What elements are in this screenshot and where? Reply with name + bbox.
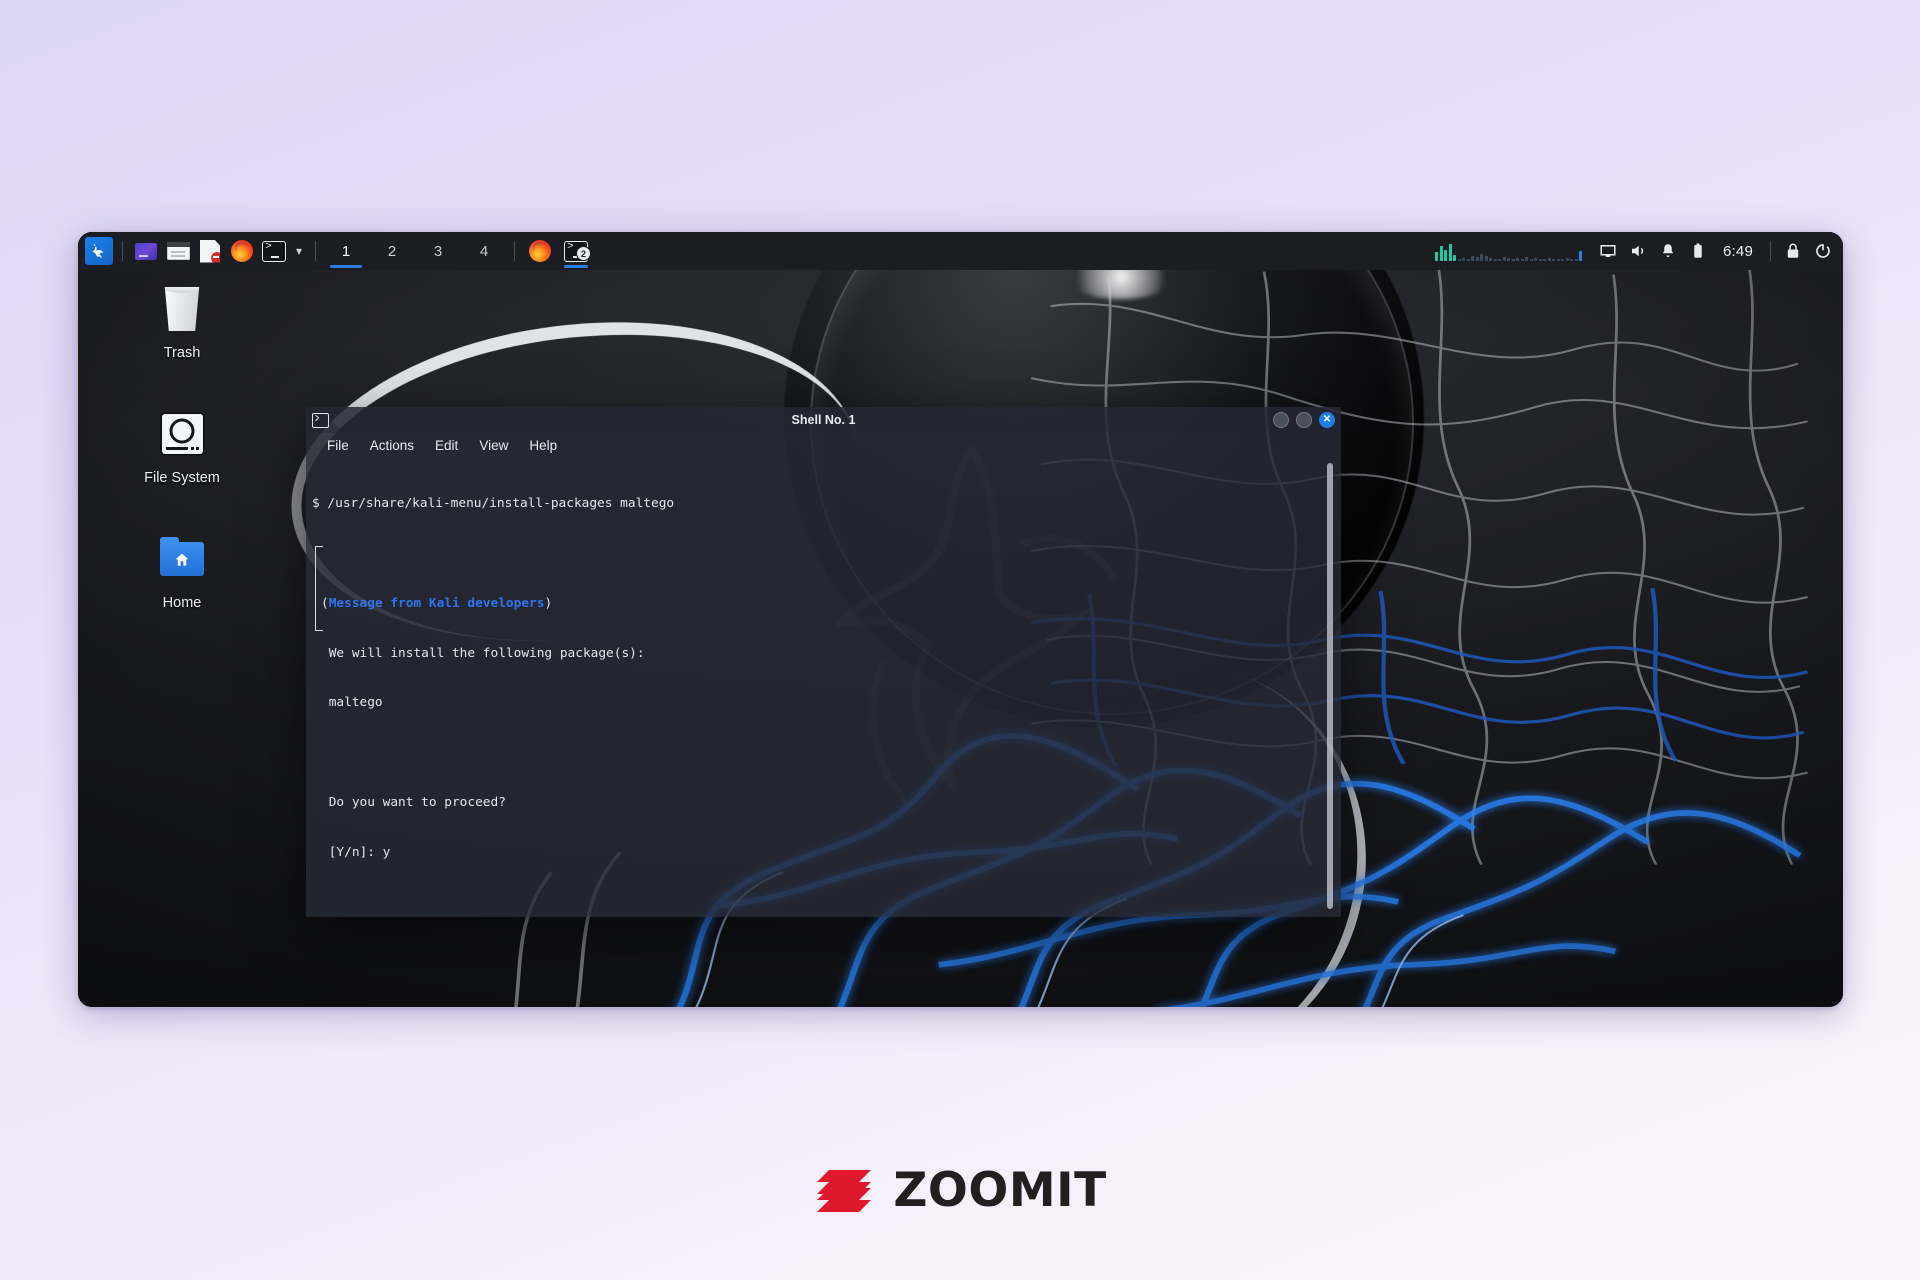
menubar: File Actions Edit View Help [306,433,1341,457]
clock[interactable]: 6:49 [1714,243,1762,260]
workspace-3[interactable]: 3 [416,232,460,270]
terminal-scrollbar-thumb[interactable] [1327,463,1333,909]
terminal-line: maltego [321,695,383,711]
trash-icon [162,280,202,338]
taskbar-divider-1 [122,241,123,261]
folder-icon [166,242,190,260]
terminal-line: $ /usr/share/kali-menu/install-packages … [312,496,675,512]
desktop-icon-label: File System [144,470,220,486]
launcher-text-editor[interactable] [195,236,225,266]
page-root: ▾ 1 2 3 4 2 [0,0,1920,1280]
task-window-count-badge: 2 [576,246,591,261]
desktop-icon-list: Trash File System Home [126,280,238,655]
firefox-icon [231,240,253,262]
close-button[interactable]: ✕ [1319,412,1335,428]
launcher-firefox[interactable] [227,236,257,266]
taskbar-divider-4 [1770,241,1771,261]
volume-icon[interactable] [1624,237,1652,265]
task-firefox[interactable] [523,232,557,270]
chevron-down-icon[interactable]: ▾ [291,243,307,259]
menu-help[interactable]: Help [520,436,566,455]
desktop-icon-label: Trash [163,345,201,361]
launcher-terminal[interactable] [259,236,289,266]
taskbar-divider-2 [315,241,316,261]
workspace-4[interactable]: 4 [462,232,506,270]
network-graph-icon[interactable] [1435,241,1582,261]
window-titlebar[interactable]: Shell No. 1 ✕ [306,407,1341,433]
terminal-text: $ /usr/share/kali-menu/install-packages … [312,463,1341,917]
file-system-icon [161,405,203,463]
logout-icon[interactable] [1809,237,1837,265]
terminal-line: We will install the following package(s)… [321,645,645,661]
window-title: Shell No. 1 [791,413,856,427]
terminal-scrollbar[interactable] [1327,463,1333,909]
desktop-screen: ▾ 1 2 3 4 2 [78,232,1843,1007]
menu-file[interactable]: File [318,436,358,455]
kali-dragon-icon [85,237,113,265]
menu-actions[interactable]: Actions [361,436,423,455]
zoomit-watermark: ZOOMIT [0,1163,1920,1218]
launcher-file-manager[interactable] [163,236,193,266]
menu-edit[interactable]: Edit [426,436,467,455]
document-blocked-icon [200,239,220,263]
desktop-icon-home[interactable]: Home [126,530,238,611]
minimize-button[interactable] [1273,412,1289,428]
terminal-emulator-icon [135,242,157,260]
terminal-icon [262,240,286,262]
kali-message-bracket [315,545,323,631]
zoomit-logo-icon [813,1168,875,1214]
desktop-icon-trash[interactable]: Trash [126,280,238,361]
terminal-line: (Message from Kali developers) [321,595,553,611]
home-folder-icon [160,530,204,588]
window-controls: ✕ [1273,412,1335,428]
maximize-button[interactable] [1296,412,1312,428]
taskbar: ▾ 1 2 3 4 2 [78,232,1843,270]
firefox-task-icon [529,240,551,262]
menu-view[interactable]: View [470,436,517,455]
display-icon[interactable] [1594,237,1622,265]
zoomit-wordmark: ZOOMIT [893,1163,1107,1218]
task-terminal[interactable]: 2 [559,232,593,270]
workspace-1[interactable]: 1 [324,232,368,270]
terminal-line: Do you want to proceed? [321,794,506,810]
desktop-icon-file-system[interactable]: File System [126,405,238,486]
lock-icon[interactable] [1779,237,1807,265]
notifications-bell-icon[interactable] [1654,237,1682,265]
kali-menu-button[interactable] [84,236,114,266]
workspace-2[interactable]: 2 [370,232,414,270]
terminal-window[interactable]: Shell No. 1 ✕ File Actions Edit View Hel… [306,407,1341,917]
terminal-line: [Y/n]: y [321,844,391,860]
launcher-terminal-emulator[interactable] [131,236,161,266]
desktop-icon-label: Home [162,595,202,611]
terminal-output-area[interactable]: $ /usr/share/kali-menu/install-packages … [306,457,1341,917]
taskbar-divider-3 [514,241,515,261]
window-app-icon [312,412,329,428]
kali-developers-message: Message from Kali developers [328,595,545,611]
battery-icon[interactable] [1684,237,1712,265]
